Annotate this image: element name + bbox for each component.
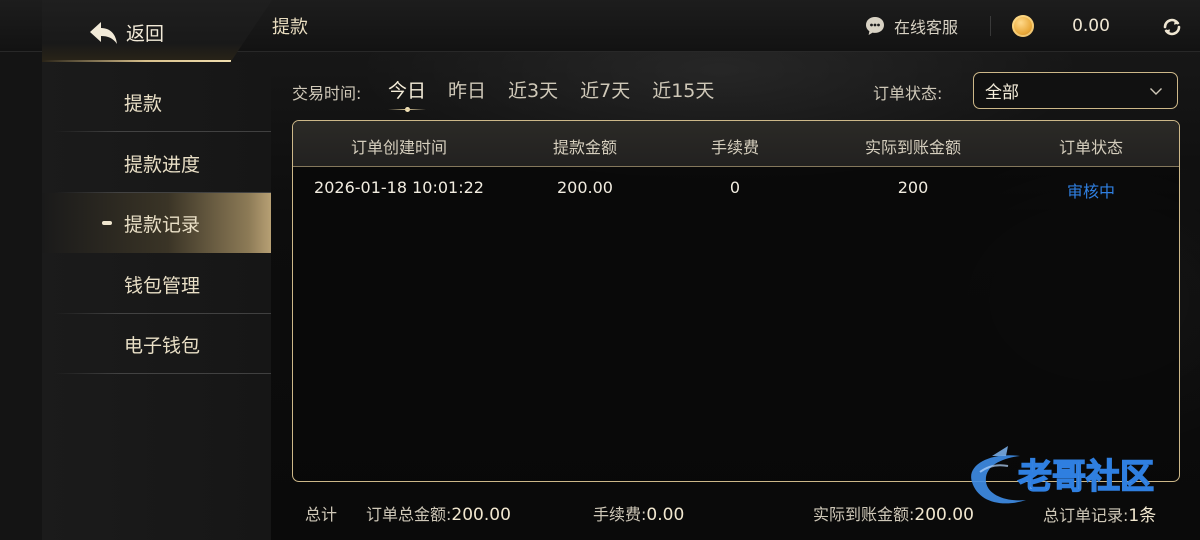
divider [990,16,991,36]
order-total-label: 订单总金额: [366,505,452,524]
sidebar-item-wallet-management[interactable]: 钱包管理 [42,254,271,314]
cell-fee: 0 [729,178,741,197]
sidebar-item-label: 提款 [124,92,163,115]
left-edge [0,0,42,540]
customer-service-label: 在线客服 [894,18,959,37]
tab-today[interactable]: 今日 [388,76,427,112]
received-total: 实际到账金额:200.00 [813,501,974,525]
sidebar-item-withdraw-progress[interactable]: 提款进度 [42,133,271,193]
order-status-label: 订单状态: [873,84,943,103]
divider [54,373,271,374]
watermark-text: 老哥社区 [1018,457,1154,497]
tab-last-15-days[interactable]: 近15天 [652,76,714,103]
cell-received: 200 [897,178,929,197]
order-total: 订单总金额:200.00 [366,501,511,525]
back-arrow-icon [90,22,117,44]
order-status-select[interactable]: 全部 [973,72,1178,109]
back-button[interactable]: 返回 [42,0,272,62]
time-filter-label: 交易时间: [292,84,362,103]
sidebar: 提款 提款进度 提款记录 钱包管理 电子钱包 [42,62,271,540]
totals-label: 总计 [305,505,338,524]
sidebar-item-label: 提款记录 [124,213,201,236]
divider [54,131,271,132]
refresh-icon[interactable] [1160,15,1184,39]
active-indicator [102,221,112,225]
order-status-value: 全部 [985,83,1019,103]
chat-icon [866,17,884,35]
table-header: 订单创建时间 提款金额 手续费 实际到账金额 订单状态 [293,121,1179,167]
coin-icon [1012,15,1034,37]
table-row[interactable]: 2026-01-18 10:01:22 200.00 0 200 审核中 [293,167,1179,211]
balance-value: 0.00 [1072,16,1110,36]
tab-yesterday[interactable]: 昨日 [448,76,486,103]
column-header-created-time: 订单创建时间 [350,138,447,157]
page-title: 提款 [272,17,308,38]
chevron-down-icon [1150,88,1162,95]
received-total-label: 实际到账金额: [813,505,915,524]
tab-last-3-days[interactable]: 近3天 [508,76,558,103]
column-header-status: 订单状态 [1058,138,1123,157]
column-header-fee: 手续费 [710,138,759,157]
sidebar-item-withdraw[interactable]: 提款 [42,72,271,132]
time-filter-tabs: 今日 昨日 近3天 近7天 近15天 [388,76,736,112]
sidebar-item-label: 电子钱包 [124,334,201,357]
fee-total-value: 0.00 [646,505,685,525]
sidebar-item-label: 提款进度 [124,153,201,176]
column-header-amount: 提款金额 [552,138,617,157]
cell-created-time: 2026-01-18 10:01:22 [314,178,484,197]
fee-total-label: 手续费: [593,505,647,524]
sidebar-item-label: 钱包管理 [124,274,201,297]
tab-last-7-days[interactable]: 近7天 [580,76,630,103]
order-total-value: 200.00 [451,505,511,525]
sidebar-item-withdraw-records[interactable]: 提款记录 [42,193,271,253]
watermark-logo: 老哥社区 [971,446,1155,504]
fee-total: 手续费:0.00 [593,501,684,525]
cell-amount: 200.00 [557,178,613,197]
customer-service-button[interactable]: 在线客服 [864,14,958,38]
column-header-received: 实际到账金额 [864,138,961,157]
back-label: 返回 [126,23,165,45]
cell-status: 审核中 [1066,182,1115,201]
sidebar-item-e-wallet[interactable]: 电子钱包 [42,314,271,374]
records-table: 订单创建时间 提款金额 手续费 实际到账金额 订单状态 2026-01-18 1… [292,120,1180,482]
